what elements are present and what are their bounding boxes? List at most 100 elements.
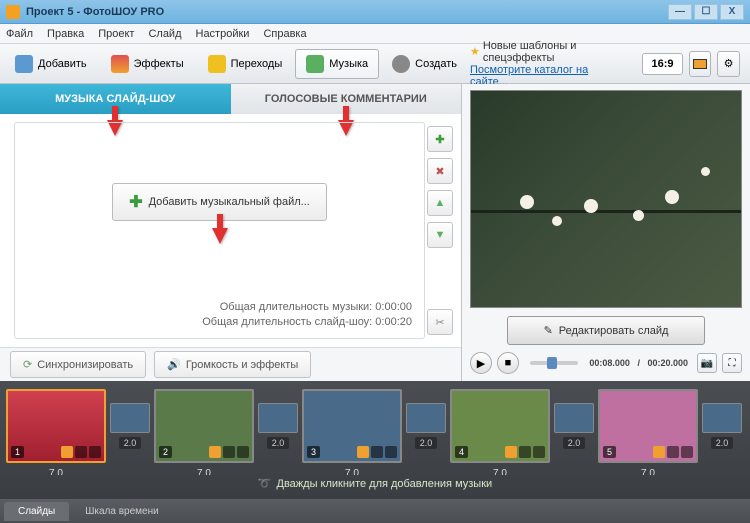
slider-thumb[interactable] bbox=[547, 357, 557, 369]
slide-tool-icon[interactable] bbox=[75, 446, 87, 458]
transitions-button[interactable]: Переходы bbox=[197, 49, 294, 79]
move-up-button[interactable]: ▲ bbox=[427, 190, 453, 216]
music-list-panel: ✚ Добавить музыкальный файл... Общая дли… bbox=[14, 122, 425, 339]
timeline-transition[interactable]: 2.0 bbox=[701, 389, 743, 463]
timeline-transition[interactable]: 2.0 bbox=[109, 389, 151, 463]
timeline-slide[interactable]: 27.0 bbox=[154, 389, 254, 463]
create-button[interactable]: Создать bbox=[381, 49, 468, 79]
menu-file[interactable]: Файл bbox=[6, 28, 33, 40]
timeline-slide[interactable]: 37.0 bbox=[302, 389, 402, 463]
transition-duration: 2.0 bbox=[119, 437, 142, 449]
refresh-icon: ➰ bbox=[258, 477, 272, 490]
timeline-slide[interactable]: 17.0 bbox=[6, 389, 106, 463]
music-button[interactable]: Музыка bbox=[295, 49, 379, 79]
menu-project[interactable]: Проект bbox=[98, 28, 134, 40]
slide-tool-icon[interactable] bbox=[667, 446, 679, 458]
edit-slide-button[interactable]: ✎Редактировать слайд bbox=[507, 316, 706, 345]
slide-tool-icon[interactable] bbox=[357, 446, 369, 458]
tab-voice-comments[interactable]: ГОЛОСОВЫЕ КОММЕНТАРИИ bbox=[231, 84, 462, 114]
timeline-slide[interactable]: 47.0 bbox=[450, 389, 550, 463]
add-music-button[interactable]: ✚ Добавить музыкальный файл... bbox=[112, 183, 327, 221]
arrow-annotation bbox=[212, 228, 228, 244]
plus-icon: ✚ bbox=[129, 192, 142, 212]
menu-slide[interactable]: Слайд bbox=[148, 28, 181, 40]
music-note-icon bbox=[306, 55, 324, 73]
aspect-ratio[interactable]: 16:9 bbox=[642, 53, 682, 75]
slide-tool-icon[interactable] bbox=[209, 446, 221, 458]
timeline: 17.02.027.02.037.02.047.02.057.02.0 ➰Два… bbox=[0, 381, 750, 499]
display-button[interactable] bbox=[689, 51, 712, 77]
slide-number: 2 bbox=[159, 446, 172, 458]
time-current: 00:08.000 bbox=[589, 358, 630, 368]
slide-tool-icon[interactable] bbox=[371, 446, 383, 458]
slide-tool-icon[interactable] bbox=[505, 446, 517, 458]
slide-tool-icon[interactable] bbox=[61, 446, 73, 458]
slide-tool-icon[interactable] bbox=[223, 446, 235, 458]
add-track-button[interactable]: ✚ bbox=[427, 126, 453, 152]
pencil-icon: ✎ bbox=[544, 324, 553, 337]
transition-thumb bbox=[554, 403, 594, 433]
promo-box: ★Новые шаблоны и спецэффекты Посмотрите … bbox=[470, 40, 627, 88]
settings-button[interactable]: ⚙ bbox=[717, 51, 740, 77]
slide-number: 4 bbox=[455, 446, 468, 458]
slide-tool-icon[interactable] bbox=[533, 446, 545, 458]
sync-button[interactable]: ⟳Синхронизировать bbox=[10, 351, 146, 378]
slide-tool-icon[interactable] bbox=[385, 446, 397, 458]
star-icon bbox=[208, 55, 226, 73]
x-icon: ✖ bbox=[435, 165, 444, 178]
cut-button[interactable]: ✂ bbox=[427, 309, 453, 335]
transition-duration: 2.0 bbox=[711, 437, 734, 449]
camera-icon: 📷 bbox=[701, 358, 713, 369]
transition-duration: 2.0 bbox=[267, 437, 290, 449]
slide-duration: 7.0 bbox=[156, 468, 252, 475]
timeline-transition[interactable]: 2.0 bbox=[405, 389, 447, 463]
slide-tool-icon[interactable] bbox=[519, 446, 531, 458]
scissors-icon: ✂ bbox=[435, 316, 444, 329]
timeline-transition[interactable]: 2.0 bbox=[257, 389, 299, 463]
play-icon: ▶ bbox=[477, 357, 485, 370]
effects-button[interactable]: Эффекты bbox=[100, 49, 195, 79]
remove-track-button[interactable]: ✖ bbox=[427, 158, 453, 184]
window-title: Проект 5 - ФотоШОУ PRO bbox=[26, 6, 164, 18]
slide-duration: 7.0 bbox=[600, 468, 696, 475]
palette-icon bbox=[111, 55, 129, 73]
slide-tool-icon[interactable] bbox=[653, 446, 665, 458]
tab-timescale[interactable]: Шкала времени bbox=[71, 502, 172, 521]
menu-help[interactable]: Справка bbox=[263, 28, 306, 40]
seek-slider[interactable] bbox=[530, 361, 578, 365]
timeline-slide[interactable]: 57.0 bbox=[598, 389, 698, 463]
slide-number: 5 bbox=[603, 446, 616, 458]
plus-icon: ✚ bbox=[435, 133, 444, 146]
menu-settings[interactable]: Настройки bbox=[196, 28, 250, 40]
transition-duration: 2.0 bbox=[563, 437, 586, 449]
maximize-button[interactable]: ☐ bbox=[694, 4, 718, 20]
preview-panel: ✎Редактировать слайд ▶ ■ 00:08.000 / 00:… bbox=[462, 84, 750, 381]
move-down-button[interactable]: ▼ bbox=[427, 222, 453, 248]
fullscreen-button[interactable]: ⛶ bbox=[722, 353, 742, 373]
transition-thumb bbox=[110, 403, 150, 433]
tab-slides[interactable]: Слайды bbox=[4, 502, 69, 521]
stop-button[interactable]: ■ bbox=[497, 352, 519, 374]
close-button[interactable]: X bbox=[720, 4, 744, 20]
transition-thumb bbox=[702, 403, 742, 433]
tab-slideshow-music[interactable]: МУЗЫКА СЛАЙД-ШОУ bbox=[0, 84, 231, 114]
slide-number: 3 bbox=[307, 446, 320, 458]
preview-viewport bbox=[470, 90, 742, 308]
volume-effects-button[interactable]: 🔊Громкость и эффекты bbox=[154, 351, 311, 378]
play-button[interactable]: ▶ bbox=[470, 352, 492, 374]
timeline-transition[interactable]: 2.0 bbox=[553, 389, 595, 463]
slide-duration: 7.0 bbox=[8, 468, 104, 475]
snapshot-button[interactable]: 📷 bbox=[697, 353, 717, 373]
slide-tool-icon[interactable] bbox=[89, 446, 101, 458]
slide-tool-icon[interactable] bbox=[237, 446, 249, 458]
minimize-button[interactable]: — bbox=[668, 4, 692, 20]
main-toolbar: Добавить Эффекты Переходы Музыка Создать… bbox=[0, 44, 750, 84]
slide-duration: 7.0 bbox=[304, 468, 400, 475]
slide-tool-icon[interactable] bbox=[681, 446, 693, 458]
add-button[interactable]: Добавить bbox=[4, 49, 98, 79]
menu-edit[interactable]: Правка bbox=[47, 28, 84, 40]
app-icon bbox=[6, 5, 20, 19]
sync-icon: ⟳ bbox=[23, 358, 32, 371]
transition-thumb bbox=[406, 403, 446, 433]
slide-number: 1 bbox=[11, 446, 24, 458]
